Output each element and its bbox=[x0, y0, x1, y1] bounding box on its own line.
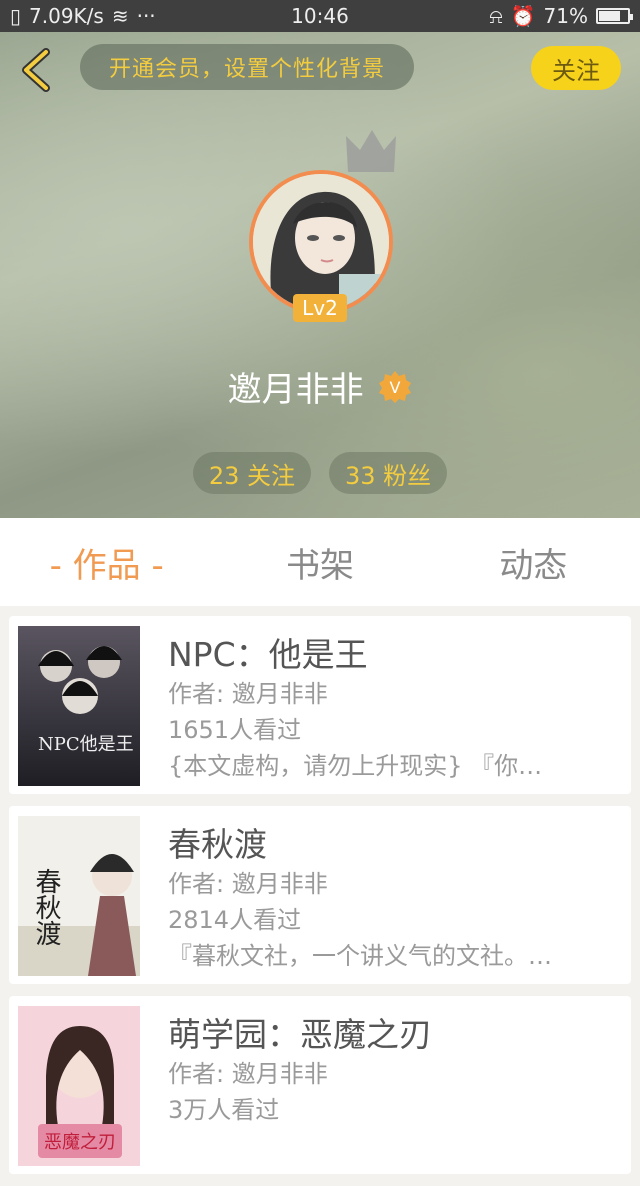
sim-icon: ▯ bbox=[10, 4, 22, 28]
book-author: 作者: 邀月非非 bbox=[168, 680, 328, 708]
tab-works[interactable]: - 作品 - bbox=[0, 538, 213, 587]
more-dots: ··· bbox=[136, 4, 156, 28]
book-cover: 春秋渡 bbox=[18, 816, 140, 976]
works-list: NPC他是王 NPC：他是王 作者: 邀月非非 1651人看过 {本文虚构，请勿… bbox=[9, 616, 631, 1186]
following-button[interactable]: 23 关注 bbox=[192, 452, 311, 494]
following-count: 23 关注 bbox=[208, 461, 295, 490]
battery-percent: 71% bbox=[543, 4, 588, 28]
profile-header: 开通会员，设置个性化背景 关注 Lv2 邀月非非 V 23 关注 33 粉丝 bbox=[0, 32, 640, 518]
book-info: 萌学园：恶魔之刃 作者: 邀月非非 3万人看过 bbox=[168, 1014, 611, 1128]
alarm-icon: ⏰ bbox=[510, 4, 536, 28]
book-views: 1651人看过 bbox=[168, 716, 302, 744]
profile-tabs: - 作品 - 书架 动态 bbox=[0, 518, 640, 606]
level-badge: Lv2 bbox=[293, 294, 347, 322]
tab-bookshelf[interactable]: 书架 bbox=[213, 538, 426, 587]
book-title: NPC：他是王 bbox=[168, 635, 368, 674]
book-summary: {本文虚构，请勿上升现实} 『你… bbox=[168, 752, 543, 780]
book-title: 春秋渡 bbox=[168, 825, 267, 864]
book-cover: NPC他是王 bbox=[18, 626, 140, 786]
list-item[interactable]: 恶魔之刃 萌学园：恶魔之刃 作者: 邀月非非 3万人看过 bbox=[9, 996, 631, 1174]
book-title: 萌学园：恶魔之刃 bbox=[168, 1015, 432, 1054]
username-row: 邀月非非 V bbox=[0, 362, 640, 411]
book-author: 作者: 邀月非非 bbox=[168, 870, 328, 898]
list-item[interactable]: 春秋渡 春秋渡 作者: 邀月非非 2814人看过 『暮秋文社，一个讲义气的文社。… bbox=[9, 806, 631, 984]
back-arrow-icon[interactable] bbox=[18, 48, 54, 92]
book-info: 春秋渡 作者: 邀月非非 2814人看过 『暮秋文社，一个讲义气的文社。… bbox=[168, 824, 611, 974]
tab-activity[interactable]: 动态 bbox=[427, 538, 640, 587]
vip-banner-label: 开通会员，设置个性化背景 bbox=[108, 57, 385, 82]
verified-letter: V bbox=[390, 378, 401, 397]
wifi-icon: ≋ bbox=[111, 4, 129, 28]
status-bar: ▯ 7.09K/s ≋ ··· 10:46 ⍾ ⏰ 71% bbox=[0, 0, 640, 32]
book-info: NPC：他是王 作者: 邀月非非 1651人看过 {本文虚构，请勿上升现实} 『… bbox=[168, 634, 611, 784]
vip-background-button[interactable]: 开通会员，设置个性化背景 bbox=[80, 44, 414, 90]
book-cover: 恶魔之刃 bbox=[18, 1006, 140, 1166]
cover-title: NPC他是王 bbox=[38, 734, 134, 755]
net-speed: 7.09K/s bbox=[29, 4, 104, 28]
battery-icon bbox=[596, 8, 633, 24]
crown-icon bbox=[346, 130, 396, 172]
follow-button[interactable]: 关注 bbox=[531, 46, 621, 90]
avatar-illustration bbox=[253, 174, 389, 310]
follow-label: 关注 bbox=[552, 56, 600, 85]
cover-title: 春秋渡 bbox=[31, 868, 61, 946]
book-views: 2814人看过 bbox=[168, 906, 302, 934]
verified-icon: V bbox=[379, 370, 412, 403]
book-summary: 『暮秋文社，一个讲义气的文社。… bbox=[168, 942, 552, 970]
stats-row: 23 关注 33 粉丝 bbox=[0, 452, 640, 494]
username: 邀月非非 bbox=[227, 370, 364, 410]
followers-count: 33 粉丝 bbox=[345, 461, 432, 490]
cover-title: 恶魔之刃 bbox=[44, 1132, 116, 1153]
avatar[interactable] bbox=[249, 170, 393, 314]
list-item[interactable]: NPC他是王 NPC：他是王 作者: 邀月非非 1651人看过 {本文虚构，请勿… bbox=[9, 616, 631, 794]
level-text: Lv2 bbox=[302, 296, 338, 320]
mute-icon: ⍾ bbox=[489, 4, 503, 28]
book-views: 3万人看过 bbox=[168, 1096, 280, 1124]
followers-button[interactable]: 33 粉丝 bbox=[329, 452, 448, 494]
book-author: 作者: 邀月非非 bbox=[168, 1060, 328, 1088]
